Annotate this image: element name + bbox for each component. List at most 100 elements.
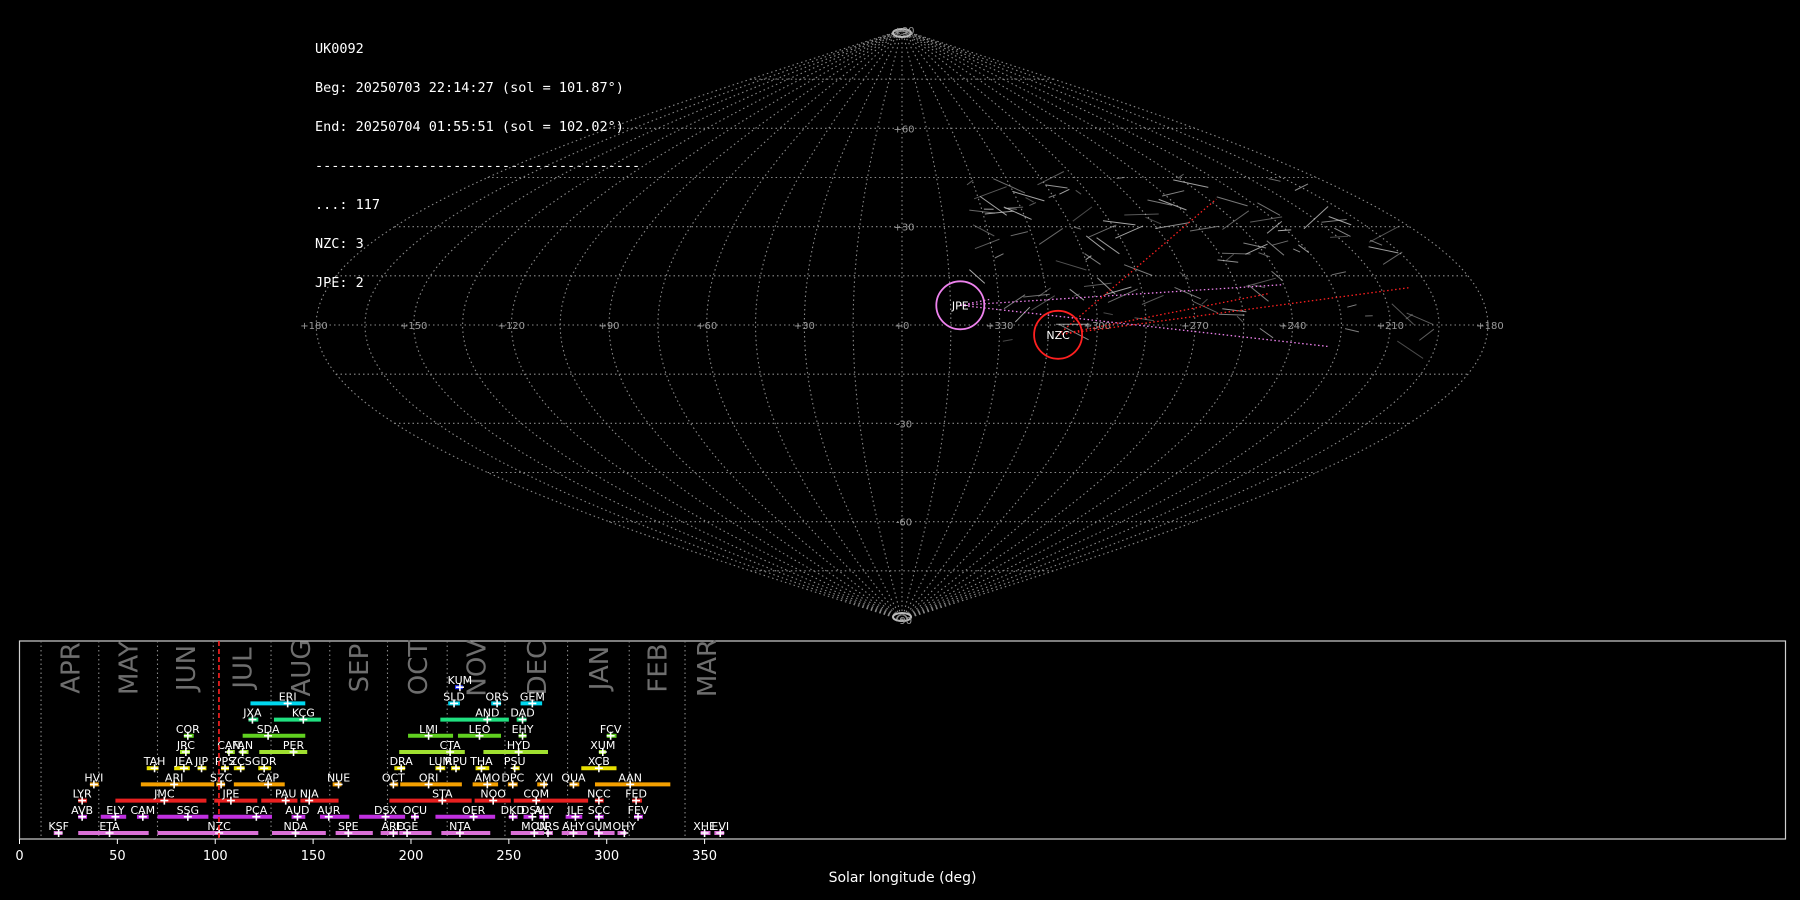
- sporadic-trail: [1218, 313, 1245, 316]
- shower-label: PAU: [275, 788, 297, 801]
- shower-label: XUM: [590, 739, 615, 752]
- sporadic-trail: [1253, 284, 1266, 289]
- sporadic-trail: [1096, 277, 1116, 295]
- sporadic-trail: [1158, 198, 1187, 211]
- radiant-label: NZC: [1046, 329, 1070, 342]
- radiant-association-line: [960, 304, 1330, 348]
- shower-label: AAN: [618, 771, 642, 784]
- sporadic-trail: [1225, 253, 1235, 261]
- lon-tick-label: +240: [1279, 321, 1306, 332]
- x-tick-label: 50: [109, 849, 126, 864]
- x-tick-label: 350: [692, 849, 717, 864]
- shower-label: ARI: [165, 771, 183, 784]
- lon-tick-label: +330: [986, 321, 1013, 332]
- sporadic-trail: [1014, 306, 1031, 323]
- lat-tick-label: +30: [893, 223, 914, 234]
- sporadic-trail: [1085, 235, 1105, 251]
- sporadic-trail: [1045, 184, 1068, 189]
- sporadic-trail: [1245, 277, 1276, 287]
- sporadic-trail: [1096, 237, 1120, 255]
- shower-label: HVI: [84, 771, 103, 784]
- month-label: MAR: [693, 640, 723, 697]
- sporadic-trail: [1221, 252, 1251, 255]
- shower-label: ZCS: [230, 755, 252, 768]
- sporadic-trail: [1102, 220, 1136, 226]
- shower-label: ORS: [485, 690, 508, 703]
- shower-label: NCC: [587, 788, 611, 801]
- month-label: NOV: [463, 640, 493, 697]
- x-tick-label: 100: [203, 849, 228, 864]
- lon-tick-label: +0: [895, 321, 910, 332]
- shower-label: FEV: [628, 804, 649, 817]
- sporadic-trail: [1038, 227, 1064, 245]
- shower-label: OHY: [613, 820, 637, 833]
- shower-label: THA: [469, 755, 493, 768]
- shower-label: PSU: [504, 755, 526, 768]
- meridian-line: [608, 29, 903, 621]
- sporadic-trail: [1059, 188, 1070, 195]
- sporadic-trail: [1259, 327, 1274, 339]
- sporadic-trail: [994, 253, 1004, 259]
- lon-tick-label: +210: [1377, 321, 1404, 332]
- sporadic-trail: [1298, 244, 1310, 254]
- sporadic-trail: [1217, 259, 1239, 263]
- sporadic-trail: [1161, 190, 1185, 197]
- sporadic-trail: [1025, 197, 1034, 203]
- radiant-association-line: [1058, 286, 1410, 336]
- radiant-association-line: [960, 284, 1283, 306]
- shower-label: TAH: [143, 755, 166, 768]
- sporadic-trail: [1023, 293, 1050, 298]
- shower-timeline: APR MAY JUN JUL AUG SEP OCT NOV DEC JAN FEB MAR 0 50 1…: [15, 640, 1787, 886]
- shower-label: COR: [176, 723, 200, 736]
- shower-label: STA: [432, 788, 453, 801]
- sporadic-trail: [1334, 227, 1351, 237]
- x-tick-label: 200: [399, 849, 424, 864]
- shower-label: GDR: [252, 755, 277, 768]
- sporadic-trail: [1294, 183, 1309, 191]
- sporadic-trail: [1330, 235, 1349, 238]
- lat-tick-label: +60: [893, 124, 914, 135]
- shower-label: SZC: [210, 771, 233, 784]
- lon-tick-label: +180: [1476, 321, 1503, 332]
- meridian-line: [803, 29, 903, 621]
- shower-label: FCV: [600, 723, 622, 736]
- sporadic-trail: [1007, 206, 1024, 209]
- shower-label: NTA: [449, 820, 471, 833]
- sporadic-trail: [1173, 179, 1209, 188]
- sporadic-trail: [1072, 206, 1093, 222]
- shower-label: JPE: [221, 788, 239, 801]
- sporadic-trail: [1331, 271, 1347, 276]
- shower-label: PER: [283, 739, 305, 752]
- shower-label: JXA: [242, 707, 262, 720]
- sporadic-trail: [1010, 231, 1029, 237]
- shower-label: ERI: [279, 690, 297, 703]
- month-label: JAN: [585, 646, 615, 692]
- lon-tick-label: +30: [794, 321, 815, 332]
- lat-tick-label: -90: [896, 616, 912, 627]
- shower-label: JIP: [194, 755, 208, 768]
- shower-label: GUM: [586, 820, 612, 833]
- sporadic-trail: [1406, 312, 1434, 325]
- sporadic-trail: [1268, 178, 1281, 182]
- sporadic-trail: [1189, 225, 1219, 232]
- sporadic-trail: [1002, 339, 1013, 342]
- lon-tick-label: +150: [400, 321, 427, 332]
- sporadic-trail: [1174, 286, 1201, 300]
- radiant-label: JPE: [951, 299, 969, 312]
- shower-label: RPU: [445, 755, 467, 768]
- shower-label: SSG: [177, 804, 200, 817]
- shower-label: FAN: [232, 739, 253, 752]
- lat-tick-label: +90: [893, 26, 914, 37]
- sporadic-trail: [974, 238, 1000, 250]
- sporadic-trail: [1243, 242, 1267, 249]
- shower-label: ETA: [99, 820, 120, 833]
- lat-tick-label: -60: [896, 518, 912, 529]
- shower-label: LEO: [469, 723, 491, 736]
- sporadic-trail: [1029, 202, 1037, 207]
- month-label: MAY: [115, 641, 145, 695]
- shower-label: DSX: [374, 804, 397, 817]
- month-label: APR: [56, 642, 86, 694]
- meridian-line: [413, 29, 903, 621]
- shower-label: JMC: [153, 788, 175, 801]
- sporadic-trail: [1292, 248, 1301, 253]
